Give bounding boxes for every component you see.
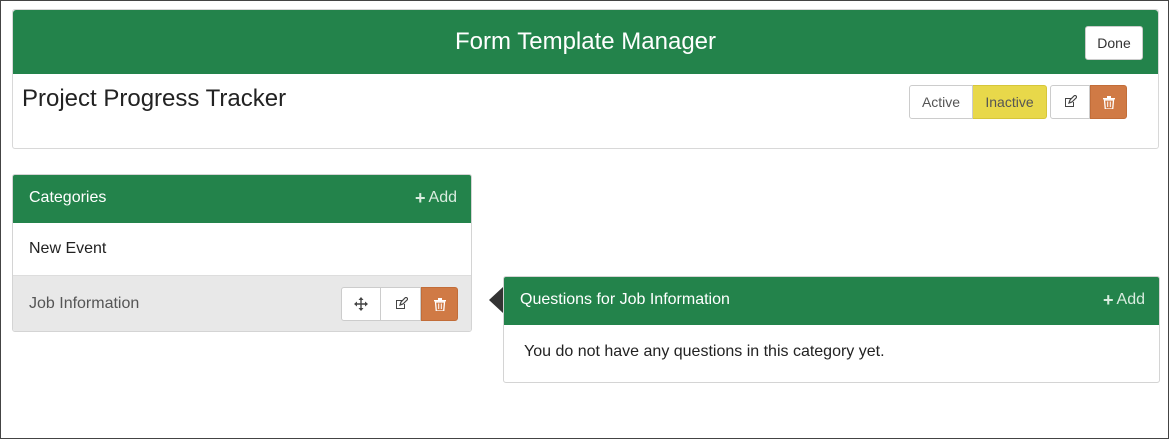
app-frame: Form Template Manager Done Project Progr… [0,0,1169,439]
category-label: Job Information [29,295,140,312]
selection-pointer [489,287,503,313]
questions-panel: Questions for Job Information + Add You … [503,276,1160,383]
form-name: Project Progress Tracker [22,85,287,112]
category-actions [341,287,458,321]
active-button[interactable]: Active [909,85,973,119]
page-title: Form Template Manager [455,28,716,55]
questions-empty-message: You do not have any questions in this ca… [524,343,885,360]
categories-panel: Categories + Add New Event Job Informati… [12,174,472,332]
move-category-button[interactable] [341,287,381,321]
plus-icon: + [1103,290,1114,310]
categories-header: Categories + Add [13,175,471,223]
inactive-button[interactable]: Inactive [973,85,1047,119]
done-button[interactable]: Done [1085,26,1143,60]
edit-category-button[interactable] [381,287,421,321]
category-item-new-event[interactable]: New Event [13,223,471,276]
add-question-label: Add [1116,291,1145,308]
edit-icon [1063,95,1077,109]
category-item-job-information[interactable]: Job Information [13,276,471,331]
plus-icon: + [415,188,426,208]
categories-title: Categories [29,189,107,206]
form-actions [1050,85,1127,119]
questions-title: Questions for Job Information [520,291,730,308]
category-label: New Event [29,240,107,257]
add-category-label: Add [428,189,457,206]
edit-form-button[interactable] [1050,85,1090,119]
status-toggle: Active Inactive [909,85,1047,119]
header-bar: Form Template Manager Done [13,10,1158,74]
delete-category-button[interactable] [421,287,458,321]
trash-icon [433,297,446,311]
add-category-button[interactable]: + Add [415,189,457,207]
edit-icon [394,297,408,311]
add-question-button[interactable]: + Add [1103,291,1145,309]
questions-header: Questions for Job Information + Add [504,277,1159,325]
trash-icon [1102,95,1115,109]
move-icon [354,297,368,311]
delete-form-button[interactable] [1090,85,1127,119]
form-header-card: Form Template Manager Done [12,9,1159,149]
